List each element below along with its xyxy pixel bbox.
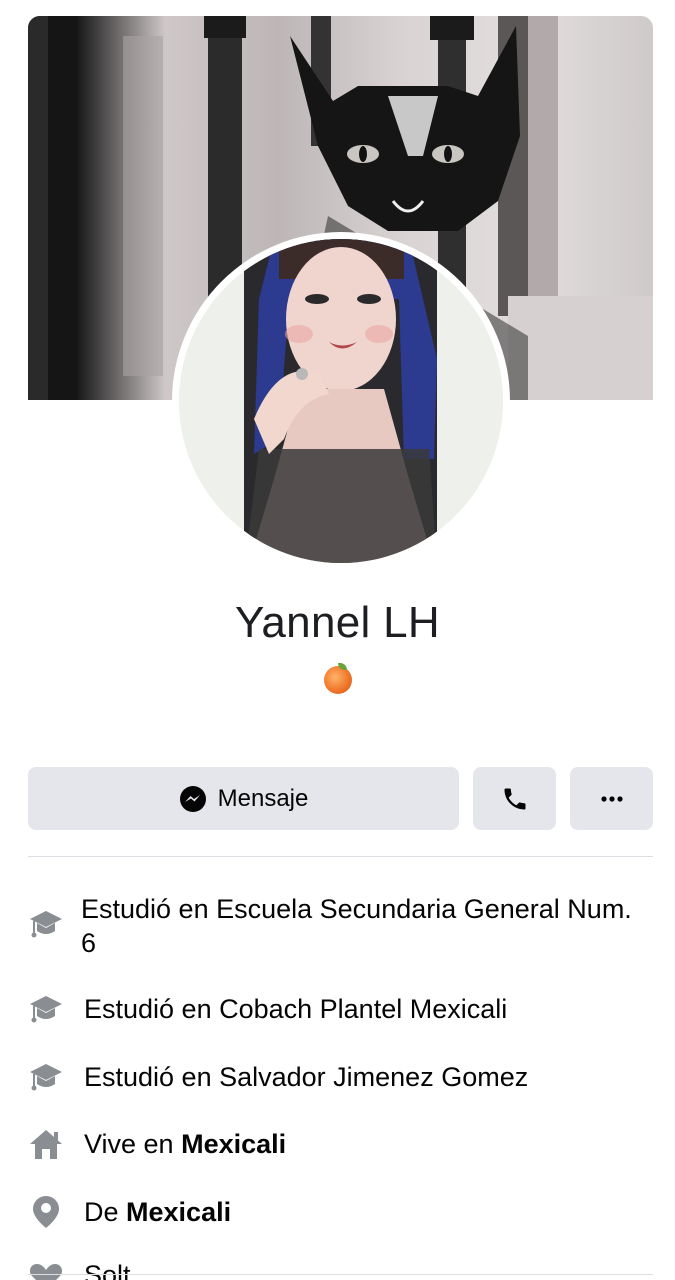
graduation-cap-icon [28,1059,64,1095]
intro-item-text: Estudió en Escuela Secundaria General Nu… [81,894,632,958]
call-button[interactable] [473,767,556,830]
phone-icon [504,788,525,809]
heart-icon [28,1258,64,1280]
intro-item-lives-in[interactable]: Vive en Mexicali [28,1126,653,1162]
intro-item-text: De Mexicali [84,1195,231,1229]
bottom-divider [28,1274,653,1275]
graduation-cap-icon [28,991,64,1027]
peach-emoji-icon [323,662,352,694]
intro-item-education-2[interactable]: Estudió en Cobach Plantel Mexicali [28,991,653,1027]
avatar-image [179,239,503,563]
intro-item-place-link[interactable]: Mexicali [181,1129,286,1159]
intro-item-from[interactable]: De Mexicali [28,1194,653,1230]
message-button-label: Mensaje [217,784,309,812]
more-options-button[interactable] [570,767,653,830]
graduation-cap-icon [28,906,64,942]
intro-item-text: Solt... [84,1260,154,1280]
intro-item-education-1[interactable]: Estudió en Escuela Secundaria General Nu… [28,892,653,960]
section-divider [28,856,653,857]
profile-avatar[interactable] [179,239,503,563]
intro-item-text: Estudió en Cobach Plantel Mexicali [84,994,508,1024]
messenger-icon [179,785,206,812]
intro-item-relationship[interactable]: Solt... [28,1258,653,1280]
intro-item-text: Vive en Mexicali [84,1127,286,1161]
ellipsis-icon [600,795,623,802]
intro-item-prefix: Vive en [84,1129,182,1159]
intro-item-prefix: De [84,1197,127,1227]
profile-name: Yannel LH [235,598,440,647]
intro-item-education-3[interactable]: Estudió en Salvador Jimenez Gomez [28,1059,653,1095]
home-icon [28,1126,64,1162]
intro-item-text: Estudió en Salvador Jimenez Gomez [84,1062,529,1092]
location-pin-icon [28,1194,64,1230]
intro-item-place-link[interactable]: Mexicali [126,1197,231,1227]
message-button[interactable]: Mensaje [28,767,459,830]
profile-bio [0,662,675,694]
